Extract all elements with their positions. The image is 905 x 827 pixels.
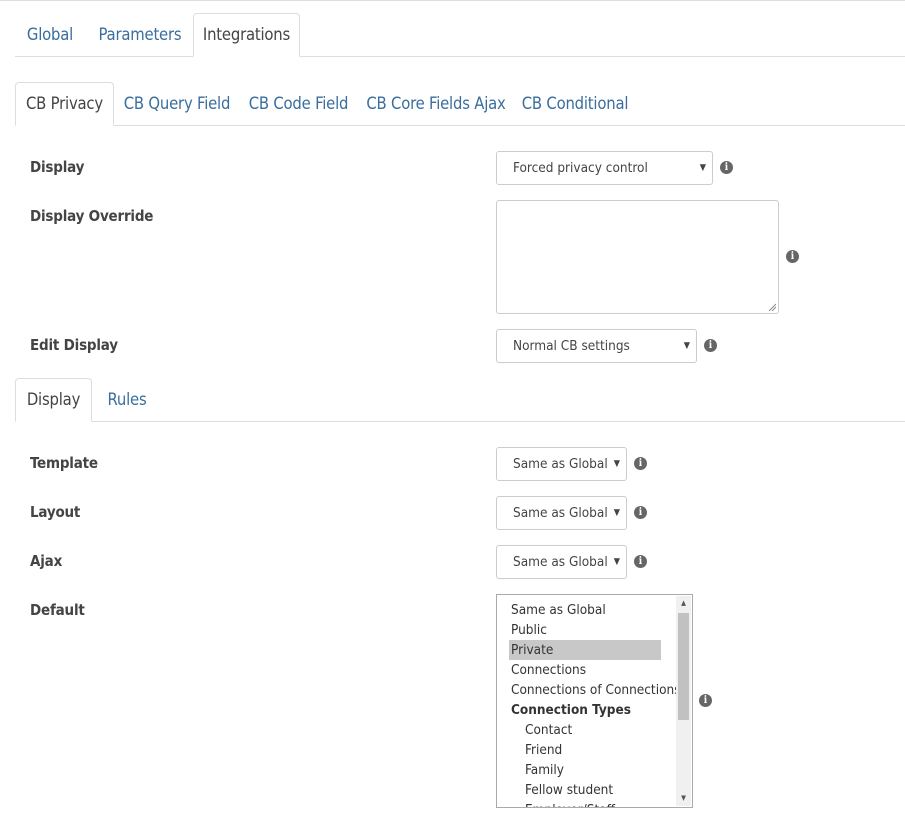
ajax-select[interactable]: Same as Global ▼ <box>496 545 627 579</box>
listbox-scrollbar[interactable]: ▲ ▼ <box>676 596 691 806</box>
info-icon[interactable]: i <box>634 457 647 470</box>
tab-cb-conditional[interactable]: CB Conditional <box>516 83 634 126</box>
info-icon[interactable]: i <box>704 339 717 352</box>
option-connections[interactable]: Connections <box>511 660 663 680</box>
tab-integrations[interactable]: Integrations <box>193 13 300 57</box>
arrow-up-icon[interactable]: ▲ <box>676 596 691 611</box>
caret-down-icon: ▼ <box>699 163 706 173</box>
edit-display-label: Edit Display <box>30 336 118 354</box>
option-same-as-global[interactable]: Same as Global <box>511 600 663 620</box>
tab-cb-query-field[interactable]: CB Query Field <box>118 83 236 126</box>
template-select-value: Same as Global <box>513 456 608 472</box>
resize-handle-icon[interactable] <box>768 303 776 311</box>
tab-cb-core-fields-ajax[interactable]: CB Core Fields Ajax <box>362 83 510 126</box>
display-label: Display <box>30 158 85 176</box>
layout-label: Layout <box>30 503 81 521</box>
edit-display-select[interactable]: Normal CB settings ▼ <box>496 329 697 363</box>
ajax-label: Ajax <box>30 552 63 570</box>
tab-rules[interactable]: Rules <box>95 379 159 422</box>
caret-down-icon: ▼ <box>683 341 690 351</box>
scrollbar-thumb[interactable] <box>678 613 689 720</box>
template-select[interactable]: Same as Global ▼ <box>496 447 627 481</box>
display-select[interactable]: Forced privacy control ▼ <box>496 151 713 185</box>
option-contact[interactable]: Contact <box>525 720 677 740</box>
display-override-textarea[interactable] <box>496 200 779 314</box>
tab-parameters[interactable]: Parameters <box>88 14 192 57</box>
layout-select[interactable]: Same as Global ▼ <box>496 496 627 530</box>
info-icon[interactable]: i <box>786 250 799 263</box>
arrow-down-icon[interactable]: ▼ <box>676 791 691 806</box>
info-icon[interactable]: i <box>720 161 733 174</box>
option-fellow-student[interactable]: Fellow student <box>525 780 677 800</box>
display-override-label: Display Override <box>30 207 154 225</box>
info-icon[interactable]: i <box>699 694 712 707</box>
option-employer-staff[interactable]: Employer/Staff <box>525 800 677 807</box>
edit-display-select-value: Normal CB settings <box>513 338 630 354</box>
option-private[interactable]: Private <box>509 640 661 660</box>
caret-down-icon: ▼ <box>613 459 620 469</box>
ajax-select-value: Same as Global <box>513 554 608 570</box>
top-divider <box>0 0 905 1</box>
option-family[interactable]: Family <box>525 760 677 780</box>
display-select-value: Forced privacy control <box>513 160 648 176</box>
optgroup-connection-types: Connection Types <box>511 702 631 718</box>
tab-global[interactable]: Global <box>15 14 85 57</box>
tab-cb-code-field[interactable]: CB Code Field <box>242 83 355 126</box>
caret-down-icon: ▼ <box>613 508 620 518</box>
template-label: Template <box>30 454 98 472</box>
option-public[interactable]: Public <box>511 620 663 640</box>
info-icon[interactable]: i <box>634 506 647 519</box>
default-label: Default <box>30 601 85 619</box>
default-listbox[interactable]: Same as Global Public Private Connection… <box>496 594 693 808</box>
caret-down-icon: ▼ <box>613 557 620 567</box>
info-icon[interactable]: i <box>634 555 647 568</box>
option-friend[interactable]: Friend <box>525 740 677 760</box>
tab-cb-privacy[interactable]: CB Privacy <box>15 82 114 126</box>
layout-select-value: Same as Global <box>513 505 608 521</box>
option-connections-of-connections[interactable]: Connections of Connections <box>511 680 681 700</box>
tab-display[interactable]: Display <box>15 378 92 422</box>
